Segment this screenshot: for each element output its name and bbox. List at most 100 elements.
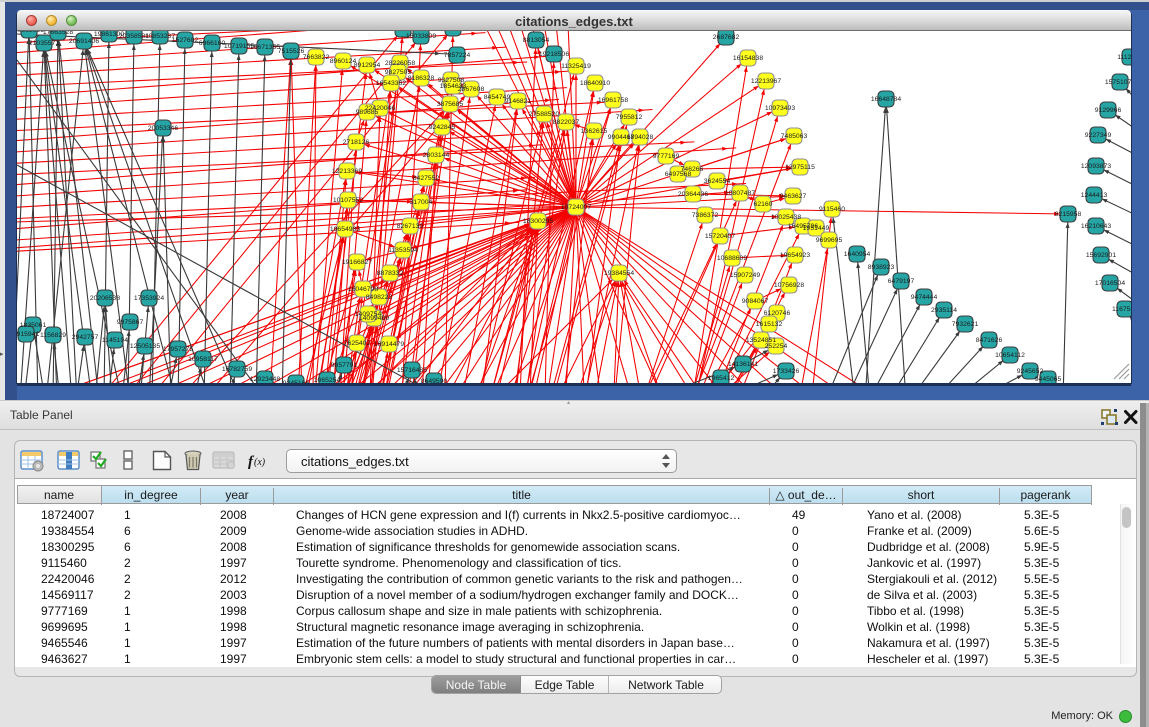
svg-text:8938923: 8938923 bbox=[868, 264, 895, 271]
svg-text:18640910: 18640910 bbox=[580, 80, 610, 87]
svg-text:16782759: 16782759 bbox=[222, 366, 252, 373]
svg-text:10654112: 10654112 bbox=[995, 352, 1025, 359]
svg-text:9777169: 9777169 bbox=[653, 153, 680, 160]
svg-text:9474444: 9474444 bbox=[911, 294, 938, 301]
svg-text:8912954: 8912954 bbox=[354, 62, 381, 69]
svg-text:1615132: 1615132 bbox=[756, 321, 783, 328]
svg-text:8427552: 8427552 bbox=[413, 175, 440, 182]
svg-text:16671355: 16671355 bbox=[250, 44, 280, 51]
svg-text:1065412: 1065412 bbox=[708, 375, 735, 382]
svg-text:2942757: 2942757 bbox=[72, 334, 99, 341]
svg-text:9975867: 9975867 bbox=[117, 319, 144, 326]
svg-text:11325419: 11325419 bbox=[561, 63, 591, 70]
svg-text:20364436: 20364436 bbox=[678, 191, 708, 198]
svg-text:21035571: 21035571 bbox=[29, 40, 59, 47]
svg-text:8878332: 8878332 bbox=[377, 270, 404, 277]
svg-text:1527602: 1527602 bbox=[172, 37, 199, 44]
svg-text:9242845: 9242845 bbox=[429, 124, 456, 131]
svg-text:16033809: 16033809 bbox=[406, 33, 436, 40]
svg-text:20691406: 20691406 bbox=[69, 38, 99, 45]
svg-text:9245652: 9245652 bbox=[1017, 368, 1044, 375]
svg-text:1640954: 1640954 bbox=[844, 251, 871, 258]
svg-text:7485063: 7485063 bbox=[781, 133, 808, 140]
svg-text:1112436: 1112436 bbox=[1117, 54, 1143, 61]
svg-text:8471626: 8471626 bbox=[976, 337, 1003, 344]
svg-text:9115460: 9115460 bbox=[819, 206, 845, 213]
svg-text:7386372: 7386372 bbox=[692, 212, 719, 219]
svg-text:17353924: 17353924 bbox=[134, 295, 164, 302]
svg-text:2687682: 2687682 bbox=[713, 34, 740, 41]
svg-text:18724007: 18724007 bbox=[561, 204, 591, 211]
svg-text:9146821: 9146821 bbox=[505, 98, 532, 105]
svg-text:2867608: 2867608 bbox=[458, 86, 485, 93]
svg-text:2935114: 2935114 bbox=[931, 307, 957, 314]
svg-text:1409754: 1409754 bbox=[355, 311, 382, 318]
svg-text:3875685: 3875685 bbox=[437, 101, 464, 108]
svg-text:1167533: 1167533 bbox=[1112, 306, 1138, 313]
svg-text:15716485: 15716485 bbox=[397, 367, 427, 374]
svg-text:6794028: 6794028 bbox=[627, 134, 654, 141]
svg-text:1145194: 1145194 bbox=[102, 337, 128, 344]
svg-text:62160: 62160 bbox=[754, 201, 773, 208]
svg-text:8960124: 8960124 bbox=[330, 58, 357, 65]
svg-text:9699695: 9699695 bbox=[816, 237, 843, 244]
svg-text:10973493: 10973493 bbox=[765, 105, 795, 112]
svg-text:10756928: 10756928 bbox=[774, 282, 804, 289]
svg-text:1362615: 1362615 bbox=[581, 128, 608, 135]
svg-text:8498222: 8498222 bbox=[366, 294, 393, 301]
svg-text:(x): (x) bbox=[254, 457, 266, 468]
svg-text:19166827: 19166827 bbox=[342, 259, 372, 266]
svg-text:12093873: 12093873 bbox=[1081, 163, 1111, 170]
svg-text:9857791: 9857791 bbox=[331, 362, 358, 369]
svg-text:7932621: 7932621 bbox=[952, 321, 979, 328]
svg-text:7857224: 7857224 bbox=[444, 52, 471, 59]
svg-text:12213967: 12213967 bbox=[751, 78, 781, 85]
svg-text:9084067: 9084067 bbox=[742, 298, 769, 305]
svg-text:7625402: 7625402 bbox=[344, 340, 371, 347]
svg-text:7663822: 7663822 bbox=[303, 54, 330, 61]
svg-text:2718126: 2718126 bbox=[343, 139, 370, 146]
svg-text:10688609: 10688609 bbox=[717, 255, 747, 262]
svg-text:16210643: 16210643 bbox=[1081, 223, 1111, 230]
svg-text:16961758: 16961758 bbox=[598, 97, 628, 104]
svg-text:252254: 252254 bbox=[765, 343, 788, 350]
svg-text:16154838: 16154838 bbox=[733, 55, 763, 62]
svg-text:1065254: 1065254 bbox=[314, 377, 341, 384]
svg-text:15751074: 15751074 bbox=[1105, 79, 1135, 86]
svg-text:27588520: 27588520 bbox=[529, 111, 559, 118]
svg-text:12505135: 12505135 bbox=[130, 343, 160, 350]
svg-text:20053346: 20053346 bbox=[148, 125, 178, 132]
svg-text:10107552: 10107552 bbox=[333, 197, 363, 204]
svg-text:20663923: 20663923 bbox=[14, 27, 44, 34]
svg-text:15692901: 15692901 bbox=[1086, 252, 1116, 259]
svg-text:16046798: 16046798 bbox=[348, 286, 378, 293]
svg-text:10958117: 10958117 bbox=[188, 356, 218, 363]
svg-text:2803144: 2803144 bbox=[423, 152, 450, 159]
svg-text:11353594: 11353594 bbox=[388, 247, 418, 254]
svg-text:10807487: 10807487 bbox=[725, 190, 755, 197]
svg-text:6120746: 6120746 bbox=[764, 310, 791, 317]
svg-text:8215958: 8215958 bbox=[1055, 211, 1082, 218]
svg-text:19404171: 19404171 bbox=[388, 26, 418, 33]
svg-text:9245166: 9245166 bbox=[283, 380, 310, 387]
svg-text:12975115: 12975115 bbox=[785, 164, 815, 171]
svg-text:19384554: 19384554 bbox=[604, 270, 634, 277]
svg-text:1244413: 1244413 bbox=[1081, 192, 1108, 199]
svg-text:8267130: 8267130 bbox=[397, 223, 424, 230]
svg-text:20206538: 20206538 bbox=[90, 295, 120, 302]
svg-text:9227349: 9227349 bbox=[1085, 132, 1112, 139]
svg-text:19218506: 19218506 bbox=[539, 51, 569, 58]
svg-text:15720407: 15720407 bbox=[705, 233, 735, 240]
svg-text:15907249: 15907249 bbox=[730, 272, 760, 279]
svg-text:8186328: 8186328 bbox=[408, 75, 435, 82]
svg-text:989685: 989685 bbox=[356, 109, 379, 116]
svg-text:14136141: 14136141 bbox=[728, 361, 758, 368]
svg-text:1156829: 1156829 bbox=[40, 332, 66, 339]
svg-text:317004: 317004 bbox=[410, 199, 433, 206]
svg-text:1835061: 1835061 bbox=[20, 322, 47, 329]
svg-text:7515526: 7515526 bbox=[278, 48, 305, 55]
svg-text:12923448: 12923448 bbox=[250, 376, 280, 383]
svg-text:8649590: 8649590 bbox=[421, 378, 448, 385]
svg-text:28226058: 28226058 bbox=[385, 60, 415, 67]
svg-text:19654923: 19654923 bbox=[780, 252, 810, 259]
